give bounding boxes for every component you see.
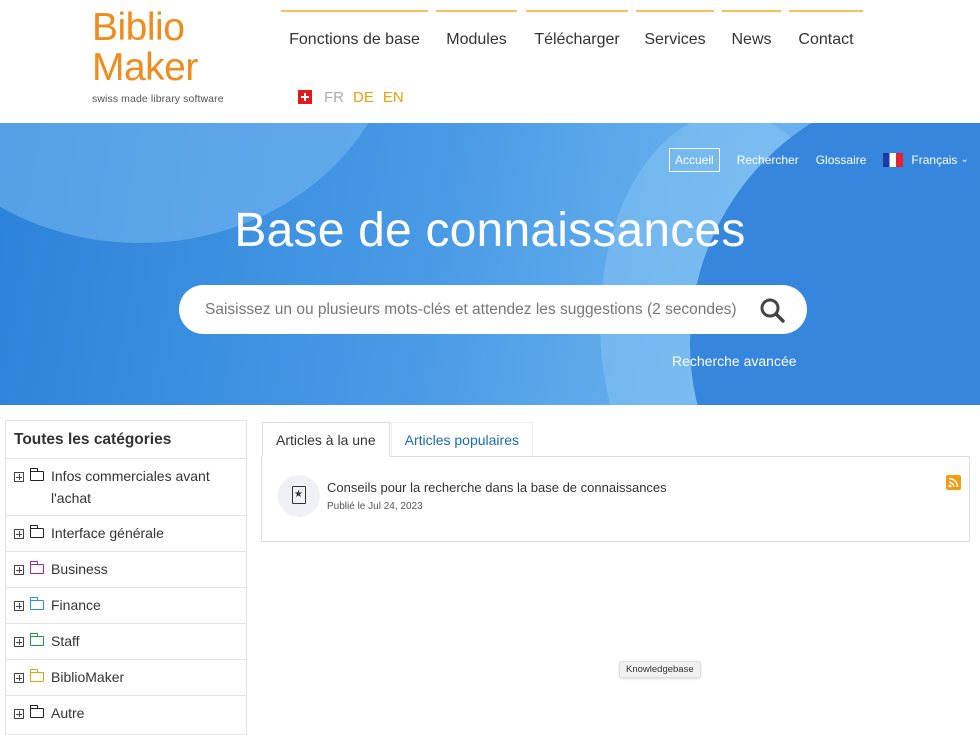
lang-de-link[interactable]: DE (353, 89, 374, 106)
advanced-search-link[interactable]: Recherche avancée (672, 353, 797, 369)
kb-search-box (179, 285, 807, 334)
folder-icon (29, 525, 44, 538)
nav-news[interactable]: News (722, 10, 781, 56)
category-item-infos-commerciales[interactable]: Infos commerciales avant l'achat (6, 459, 246, 516)
featured-articles-panel: ★ Conseils pour la recherche dans la bas… (261, 456, 970, 542)
folder-icon (29, 669, 44, 682)
site-header: Biblio Maker swiss made library software… (0, 0, 980, 123)
lang-en-link[interactable]: EN (383, 89, 404, 106)
nav-contact[interactable]: Contact (789, 10, 863, 56)
tab-popular-articles[interactable]: Articles populaires (390, 422, 533, 457)
france-flag-icon (883, 152, 904, 167)
logo-text-line1: Biblio (92, 6, 185, 49)
category-label: Business (51, 561, 108, 577)
lang-fr-link[interactable]: FR (324, 89, 344, 106)
page-title: Base de connaissances (234, 204, 746, 257)
knowledgebase-tooltip: Knowledgebase (619, 661, 701, 678)
tab-featured-articles[interactable]: Articles à la une (262, 422, 390, 457)
kb-nav-search[interactable]: Rechercher (737, 153, 799, 167)
expand-plus-icon[interactable] (14, 565, 24, 575)
category-label: Infos commerciales avant l'achat (51, 468, 210, 506)
kb-nav: Accueil Rechercher Glossaire Français ⌄ (669, 147, 980, 172)
kb-language-select[interactable]: Français ⌄ (883, 152, 969, 167)
expand-plus-icon[interactable] (14, 472, 24, 482)
category-label: Interface générale (51, 525, 164, 541)
starred-document-icon: ★ (292, 486, 306, 504)
category-item-interface-generale[interactable]: Interface générale (6, 516, 246, 552)
logo-text-line2: Maker (92, 46, 198, 89)
expand-plus-icon[interactable] (14, 637, 24, 647)
nav-services[interactable]: Services (636, 10, 714, 56)
category-label: Staff (51, 633, 80, 649)
folder-icon (29, 561, 44, 574)
rss-feed-icon[interactable] (946, 475, 961, 490)
category-label: BiblioMaker (51, 669, 125, 685)
nav-telecharger[interactable]: Télécharger (526, 10, 628, 56)
chevron-down-icon: ⌄ (960, 154, 969, 165)
search-icon[interactable] (759, 297, 785, 323)
folder-icon (29, 597, 44, 610)
logo-tagline: swiss made library software (92, 93, 224, 105)
expand-plus-icon[interactable] (14, 529, 24, 539)
language-switcher: FR DE EN (298, 88, 413, 106)
article-tabs: Articles à la une Articles populaires (262, 422, 533, 457)
nav-fonctions-de-base[interactable]: Fonctions de base (281, 10, 428, 56)
kb-nav-glossary[interactable]: Glossaire (816, 153, 867, 167)
bibliomaker-logo[interactable]: Biblio Maker swiss made library software (92, 6, 242, 106)
category-item-staff[interactable]: Staff (6, 624, 246, 660)
swiss-flag-icon (298, 90, 312, 104)
folder-icon (29, 633, 44, 646)
category-label: Finance (51, 597, 101, 613)
category-item-autre[interactable]: Autre (6, 696, 246, 732)
kb-language-label: Français (911, 152, 958, 167)
nav-modules[interactable]: Modules (436, 10, 517, 56)
article-date: Publié le Jul 24, 2023 (327, 501, 423, 512)
category-item-bibliomaker[interactable]: BiblioMaker (6, 660, 246, 696)
expand-plus-icon[interactable] (14, 709, 24, 719)
article-icon-badge: ★ (278, 475, 320, 517)
category-label: Autre (51, 705, 85, 721)
kb-nav-home[interactable]: Accueil (669, 147, 720, 172)
category-item-finance[interactable]: Finance (6, 588, 246, 624)
article-title-link[interactable]: Conseils pour la recherche dans la base … (327, 480, 667, 495)
categories-heading: Toutes les catégories (6, 421, 246, 459)
folder-icon (29, 468, 44, 481)
hero-banner: Accueil Rechercher Glossaire Français ⌄ … (0, 123, 980, 405)
expand-plus-icon[interactable] (14, 601, 24, 611)
kb-search-input[interactable] (205, 285, 745, 334)
category-item-business[interactable]: Business (6, 552, 246, 588)
expand-plus-icon[interactable] (14, 673, 24, 683)
categories-panel: Toutes les catégories Infos commerciales… (5, 420, 247, 735)
folder-icon (29, 705, 44, 718)
